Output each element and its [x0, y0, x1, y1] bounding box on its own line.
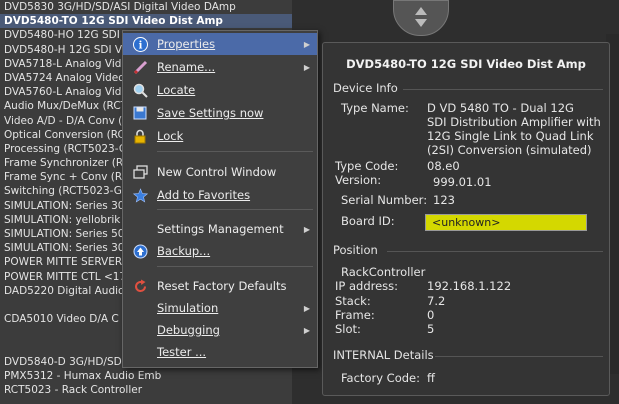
slot-label: Slot:: [335, 322, 361, 336]
section-internal-details: INTERNAL Details: [333, 348, 603, 362]
menu-item-lock[interactable]: Lock: [123, 125, 317, 147]
menu-item-tester[interactable]: Tester ...: [123, 341, 317, 363]
menu-label: Save Settings now: [157, 106, 264, 120]
factory-code-label: Factory Code:: [341, 371, 420, 385]
serial-number-label: Serial Number:: [341, 193, 428, 207]
pencil-icon: [123, 60, 157, 75]
board-id-label: Board ID:: [341, 214, 395, 228]
menu-item-reset-factory-defaults[interactable]: Reset Factory Defaults: [123, 275, 317, 297]
type-code-label: Type Code:: [335, 159, 399, 173]
context-menu: i Properties ▶ Rename... ▶ Locate Save S…: [122, 30, 318, 368]
menu-item-properties[interactable]: i Properties ▶: [123, 33, 317, 55]
type-name-line-4: (2SI) Conversion (simulated): [427, 143, 592, 157]
stack-label: Stack:: [335, 294, 371, 308]
device-list-item[interactable]: PMX5312 - Humax Audio Emb: [0, 369, 292, 383]
ip-address-value: 192.168.1.122: [427, 279, 512, 293]
menu-item-rename[interactable]: Rename... ▶: [123, 56, 317, 78]
menu-label: Debugging: [157, 323, 220, 337]
type-name-line-3: 12G Single Link to Quad Link: [427, 129, 594, 143]
reset-icon: [123, 279, 157, 294]
serial-number-value: 123: [433, 193, 455, 207]
section-label: INTERNAL Details: [333, 348, 434, 362]
submenu-arrow-icon: ▶: [303, 224, 311, 234]
version-value: 999.01.01: [433, 175, 492, 189]
slot-value: 5: [427, 322, 435, 336]
type-name-label: Type Name:: [341, 101, 409, 115]
board-id-value: <unknown>: [425, 214, 587, 231]
info-icon: i: [123, 36, 157, 52]
menu-label: Reset Factory Defaults: [157, 279, 287, 293]
type-name-line-2: SDI Distribution Amplifier with: [427, 115, 601, 129]
device-list-item[interactable]: DVD5480-TO 12G SDI Video Dist Amp: [0, 14, 292, 29]
device-list-item[interactable]: RCT5023 - Rack Controller: [0, 383, 292, 397]
menu-label: Tester ...: [157, 345, 207, 359]
section-divider: [387, 251, 603, 252]
menu-label: Properties: [157, 37, 216, 51]
properties-panel: DVD5480-TO 12G SDI Video Dist Amp Device…: [322, 42, 610, 396]
submenu-arrow-icon: ▶: [303, 62, 311, 72]
ip-address-label: IP address:: [335, 279, 399, 293]
rack-controller-label: RackController: [341, 265, 426, 279]
type-name-line-1: D VD 5480 TO - Dual 12G: [427, 101, 574, 115]
submenu-arrow-icon: ▶: [303, 303, 311, 313]
version-label: Version:: [335, 173, 382, 187]
menu-label: New Control Window: [157, 165, 277, 179]
section-divider: [435, 356, 603, 357]
down-arrow-icon[interactable]: [415, 19, 427, 27]
menu-separator: [157, 266, 313, 267]
menu-label: Backup...: [157, 244, 211, 258]
frame-value: 0: [427, 308, 435, 322]
backup-icon: [123, 244, 157, 259]
stack-value: 7.2: [427, 294, 446, 308]
menu-label: Lock: [157, 129, 184, 143]
menu-item-save-settings[interactable]: Save Settings now: [123, 102, 317, 124]
menu-separator: [157, 151, 313, 152]
menu-item-new-control-window[interactable]: New Control Window: [123, 161, 317, 183]
device-list-item[interactable]: DVD5830 3G/HD/SD/ASI Digital Video DAmp: [0, 0, 292, 14]
star-icon: [123, 187, 157, 203]
menu-label: Rename...: [157, 60, 216, 74]
menu-item-add-favorites[interactable]: Add to Favorites: [123, 184, 317, 206]
lock-icon: [123, 129, 157, 144]
menu-label: Simulation: [157, 301, 219, 315]
section-position: Position: [333, 243, 603, 257]
window-icon: [123, 165, 157, 179]
frame-label: Frame:: [335, 308, 375, 322]
svg-text:i: i: [138, 40, 142, 51]
factory-code-value: ff: [427, 371, 435, 385]
menu-label: Locate: [157, 83, 196, 97]
menu-label: Add to Favorites: [157, 188, 251, 202]
menu-separator: [157, 209, 313, 210]
menu-item-simulation[interactable]: Simulation ▶: [123, 297, 317, 319]
up-arrow-icon[interactable]: [415, 7, 427, 15]
menu-item-settings-management[interactable]: Settings Management ▶: [123, 218, 317, 240]
search-icon: [123, 83, 157, 98]
save-icon: [123, 106, 157, 120]
section-device-info: Device Info: [333, 81, 603, 95]
submenu-arrow-icon: ▶: [303, 325, 311, 335]
type-code-value: 08.e0: [427, 159, 460, 173]
menu-item-debugging[interactable]: Debugging ▶: [123, 319, 317, 341]
section-label: Position: [333, 243, 378, 257]
menu-item-locate[interactable]: Locate: [123, 79, 317, 101]
section-label: Device Info: [333, 81, 398, 95]
panel-title: DVD5480-TO 12G SDI Video Dist Amp: [346, 57, 586, 71]
submenu-arrow-icon: ▶: [303, 39, 311, 49]
menu-label: Settings Management: [157, 222, 284, 236]
menu-item-backup[interactable]: Backup...: [123, 240, 317, 262]
section-divider: [403, 89, 603, 90]
